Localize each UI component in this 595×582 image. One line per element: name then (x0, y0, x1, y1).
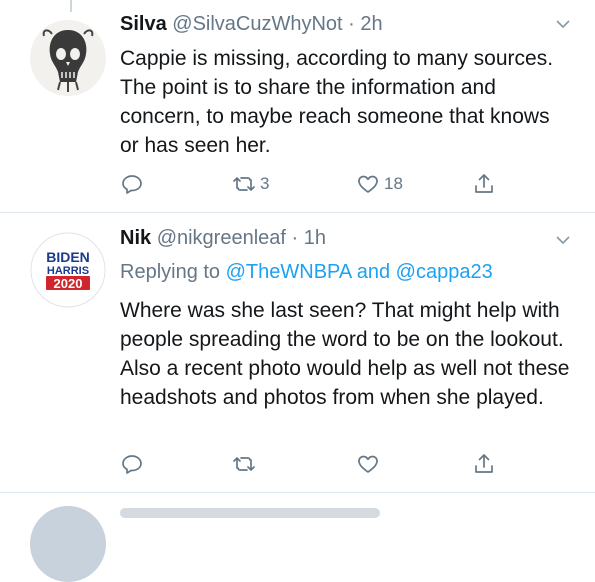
next-tweet-header-cutoff (120, 508, 380, 518)
share-icon (475, 174, 493, 193)
retweet-button[interactable] (232, 452, 256, 476)
retweet-button[interactable]: 3 (232, 172, 269, 196)
mention-cappa23[interactable]: @cappa23 (396, 261, 493, 283)
logo-line-1: BIDEN (46, 249, 90, 265)
next-tweet-avatar[interactable] (30, 506, 106, 582)
tweet-text: Where was she last seen? That might help… (120, 299, 570, 409)
reply-icon (122, 455, 142, 474)
reply-button[interactable] (120, 452, 144, 476)
logo-line-3: 2020 (54, 276, 83, 291)
share-button[interactable] (472, 452, 496, 476)
replying-prefix: Replying to (120, 261, 221, 283)
tweet-divider (0, 492, 595, 493)
tweet-actions: 3 18 (120, 172, 500, 200)
tweet-header: Silva @SilvaCuzWhyNot · 2h (120, 12, 383, 36)
avatar-silva[interactable] (30, 20, 106, 96)
retweet-icon (233, 177, 255, 191)
retweet-count: 3 (260, 174, 270, 193)
tweet-divider (0, 212, 595, 213)
timestamp[interactable]: 2h (360, 13, 382, 35)
like-button[interactable] (356, 452, 380, 476)
display-name[interactable]: Nik (120, 227, 151, 249)
time-separator: · (342, 13, 361, 35)
user-handle[interactable]: @SilvaCuzWhyNot (172, 13, 342, 35)
share-button[interactable] (472, 172, 496, 196)
user-handle[interactable]: @nikgreenleaf (157, 227, 286, 249)
caret-down-icon[interactable] (555, 232, 571, 248)
time-separator: · (285, 227, 304, 249)
reply-icon (122, 175, 142, 194)
skull-avatar-icon (30, 20, 106, 96)
share-icon (475, 454, 493, 473)
replying-to-line: Replying to @TheWNBPA and @cappa23 (120, 258, 493, 286)
biden-harris-logo-icon: BIDEN HARRIS 2020 (30, 232, 106, 308)
avatar-nik[interactable]: BIDEN HARRIS 2020 (30, 232, 106, 308)
tweet-actions (120, 452, 500, 480)
like-icon (358, 175, 378, 193)
mention-thewnbpa[interactable]: @TheWNBPA (226, 261, 352, 283)
tweet-header: Nik @nikgreenleaf · 1h (120, 226, 326, 250)
like-button[interactable]: 18 (356, 172, 403, 196)
replying-and: and (356, 261, 391, 283)
caret-down-icon[interactable] (555, 16, 571, 32)
display-name[interactable]: Silva (120, 13, 167, 35)
reply-button[interactable] (120, 172, 148, 196)
timestamp[interactable]: 1h (304, 227, 326, 249)
retweet-icon (233, 457, 255, 471)
like-count: 18 (384, 174, 403, 193)
tweet-text: Cappie is missing, according to many sou… (120, 47, 554, 157)
like-icon (358, 455, 378, 473)
